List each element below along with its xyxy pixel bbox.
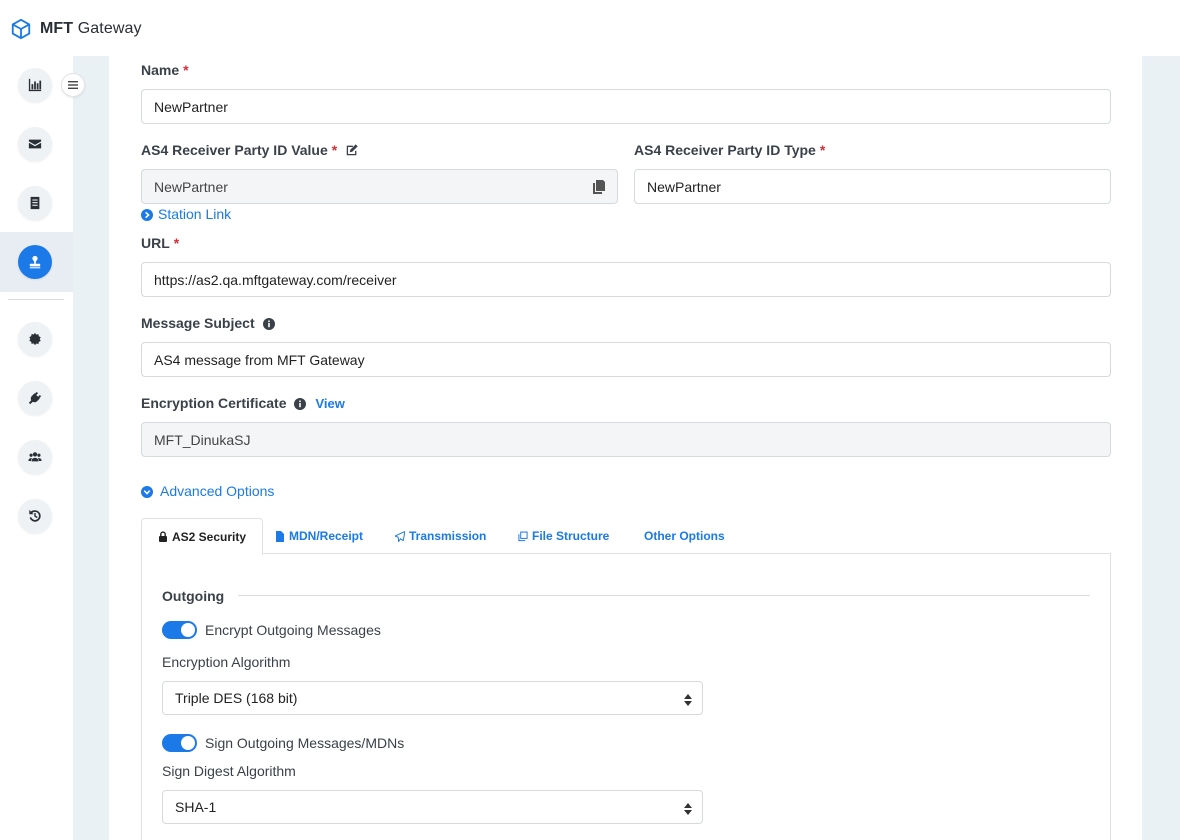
encrypt-outgoing-toggle-row: Encrypt Outgoing Messages [162, 621, 381, 639]
sign-outgoing-label: Sign Outgoing Messages/MDNs [205, 735, 405, 751]
cube-logo-icon [11, 18, 31, 40]
section-title-outgoing: Outgoing [162, 588, 225, 604]
sidebar-collapse-button[interactable] [61, 73, 85, 97]
tab-transmission[interactable]: Transmission [379, 518, 502, 554]
select-caret-icon [684, 693, 692, 706]
sidebar-item-files[interactable] [18, 186, 52, 220]
sidebar-item-messages[interactable] [18, 127, 52, 161]
sidebar [0, 56, 85, 840]
tab-other-options[interactable]: Other Options [628, 518, 741, 554]
info-icon[interactable] [262, 317, 275, 330]
station-link[interactable]: Station Link [141, 206, 231, 222]
copy-icon[interactable] [593, 180, 605, 194]
party-id-value-input [141, 169, 618, 204]
encryption-certificate-input [141, 422, 1111, 457]
top-bar: MFT Gateway [0, 0, 1180, 56]
options-tabs: AS2 Security MDN/Receipt Transmission Fi… [141, 518, 1111, 555]
hamburger-icon [68, 81, 78, 89]
view-certificate-link[interactable]: View [315, 396, 344, 411]
sidebar-item-partners[interactable] [18, 245, 52, 279]
message-subject-label: Message Subject [141, 315, 275, 331]
tab-file-structure[interactable]: File Structure [502, 518, 625, 554]
chevron-circle-right-icon [141, 208, 153, 221]
history-icon [29, 509, 41, 522]
brand-name: MFT Gateway [40, 20, 142, 37]
name-input[interactable] [141, 89, 1111, 124]
encryption-certificate-label: Encryption Certificate View [141, 395, 345, 411]
tab-as2-security[interactable]: AS2 Security [141, 518, 264, 555]
sidebar-item-integrations[interactable] [18, 381, 52, 415]
plug-icon [28, 391, 42, 405]
sign-digest-select[interactable]: SHA-1 [162, 790, 703, 824]
sign-digest-label: Sign Digest Algorithm [162, 763, 296, 779]
select-caret-icon [684, 802, 692, 815]
advanced-options-toggle[interactable]: Advanced Options [141, 483, 274, 499]
partner-form-panel: Name* AS4 Receiver Party ID Value* AS4 R… [109, 56, 1142, 840]
tab-mdn-receipt[interactable]: MDN/Receipt [259, 518, 379, 554]
stamp-icon [29, 255, 41, 269]
party-id-type-label: AS4 Receiver Party ID Type * [634, 142, 826, 158]
edit-icon[interactable] [345, 143, 359, 157]
name-label: Name * [141, 62, 189, 78]
envelope-icon [28, 139, 42, 149]
sidebar-item-users[interactable] [18, 440, 52, 474]
sign-outgoing-toggle[interactable] [162, 734, 197, 752]
url-label: URL * [141, 235, 180, 251]
copy-icon [518, 531, 528, 541]
chevron-circle-down-icon [141, 485, 153, 498]
info-icon[interactable] [294, 397, 307, 410]
encryption-algorithm-select[interactable]: Triple DES (168 bit) [162, 681, 703, 715]
message-subject-input[interactable] [141, 342, 1111, 377]
section-divider [238, 595, 1090, 596]
sidebar-item-history[interactable] [18, 499, 52, 533]
paper-plane-icon [395, 530, 405, 542]
gear-icon [29, 332, 41, 346]
url-input[interactable] [141, 262, 1111, 297]
party-id-value-label: AS4 Receiver Party ID Value * [141, 142, 359, 158]
document-icon [30, 196, 40, 210]
party-id-type-input[interactable] [634, 169, 1111, 204]
encrypt-outgoing-label: Encrypt Outgoing Messages [205, 622, 381, 638]
lock-icon [159, 531, 167, 542]
sidebar-item-dashboard[interactable] [18, 68, 52, 102]
file-icon [276, 530, 284, 542]
encryption-algorithm-label: Encryption Algorithm [162, 654, 291, 670]
encrypt-outgoing-toggle[interactable] [162, 621, 197, 639]
sidebar-item-settings[interactable] [18, 322, 52, 356]
sign-outgoing-toggle-row: Sign Outgoing Messages/MDNs [162, 734, 404, 752]
sidebar-divider [8, 299, 64, 300]
bar-chart-icon [28, 78, 42, 92]
users-icon [28, 452, 42, 462]
brand-logo[interactable]: MFT Gateway [10, 18, 142, 40]
